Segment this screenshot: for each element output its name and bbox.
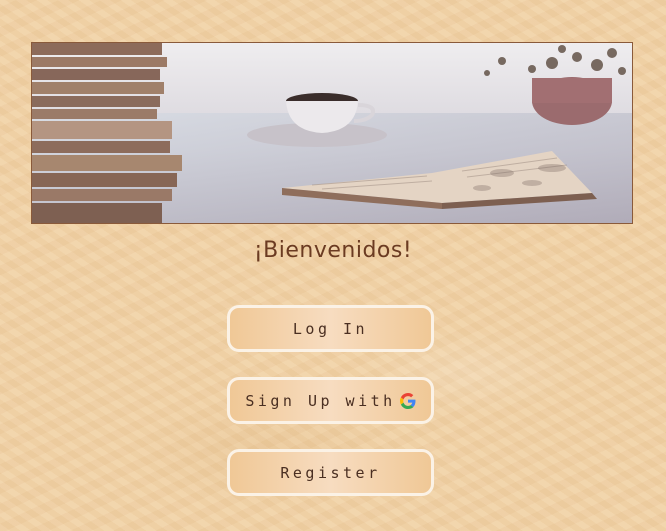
register-button[interactable]: Register	[227, 449, 434, 496]
google-signup-label: Sign Up with	[245, 391, 396, 410]
google-icon	[399, 392, 416, 409]
welcome-title: ¡Bienvenidos!	[253, 238, 413, 263]
google-signup-button[interactable]: Sign Up with	[227, 377, 434, 424]
login-button[interactable]: Log In	[227, 305, 434, 352]
login-button-label: Log In	[292, 319, 369, 338]
register-button-label: Register	[280, 463, 381, 482]
banner-image	[31, 42, 633, 224]
